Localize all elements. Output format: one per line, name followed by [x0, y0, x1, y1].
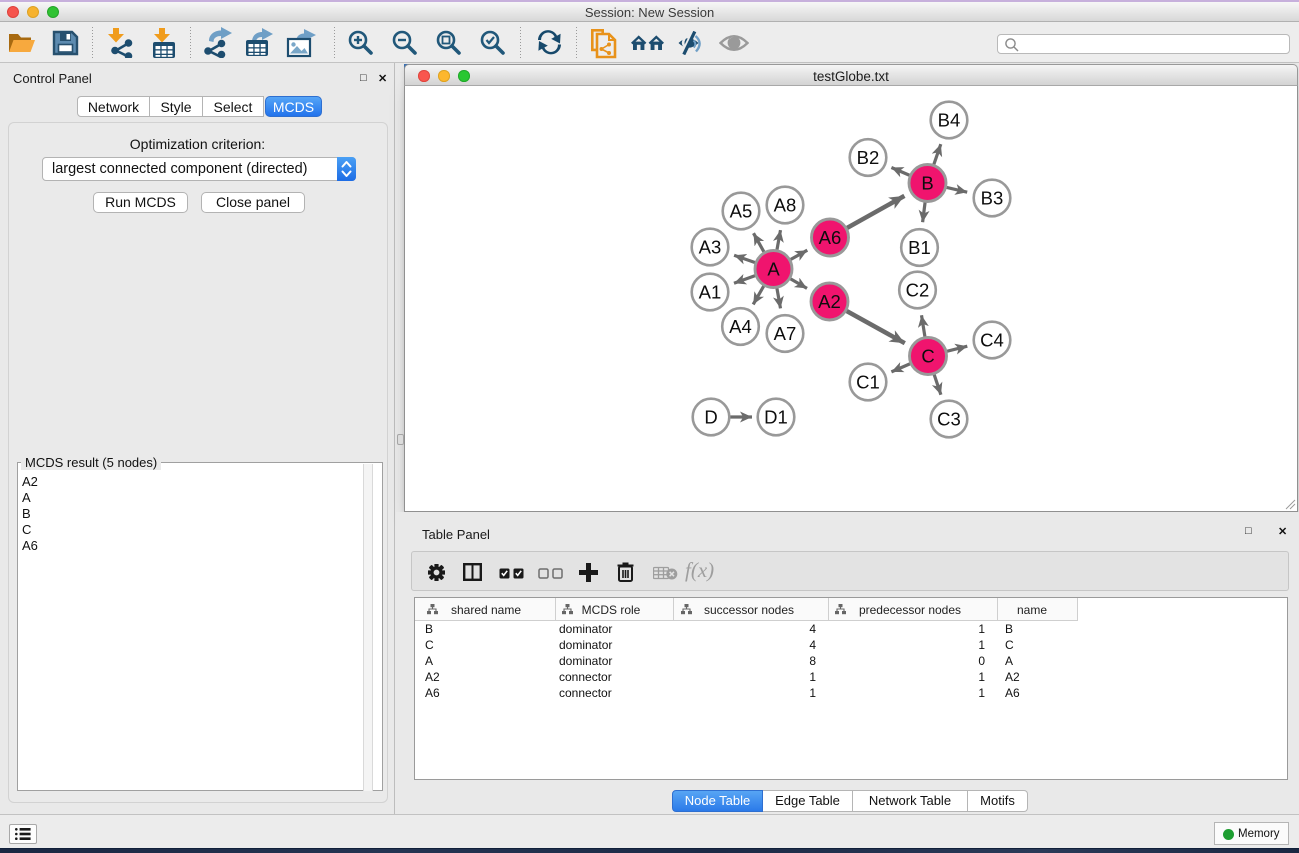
svg-text:D1: D1: [764, 407, 788, 428]
svg-text:A8: A8: [774, 195, 797, 216]
svg-text:B3: B3: [981, 188, 1004, 209]
svg-text:C3: C3: [937, 409, 961, 430]
svg-text:A: A: [767, 259, 780, 280]
svg-text:A2: A2: [818, 291, 841, 312]
svg-text:C4: C4: [980, 330, 1004, 351]
svg-text:C2: C2: [906, 280, 930, 301]
svg-text:B: B: [921, 173, 933, 194]
svg-text:D: D: [704, 407, 717, 428]
svg-text:B4: B4: [938, 110, 961, 131]
svg-text:B1: B1: [908, 237, 931, 258]
svg-text:C: C: [921, 346, 934, 367]
svg-text:A3: A3: [699, 237, 722, 258]
svg-text:A6: A6: [819, 227, 842, 248]
svg-text:A7: A7: [774, 323, 797, 344]
svg-text:A1: A1: [699, 282, 722, 303]
svg-text:C1: C1: [856, 372, 880, 393]
svg-text:A5: A5: [730, 201, 753, 222]
svg-text:A4: A4: [729, 316, 752, 337]
svg-text:B2: B2: [857, 147, 880, 168]
